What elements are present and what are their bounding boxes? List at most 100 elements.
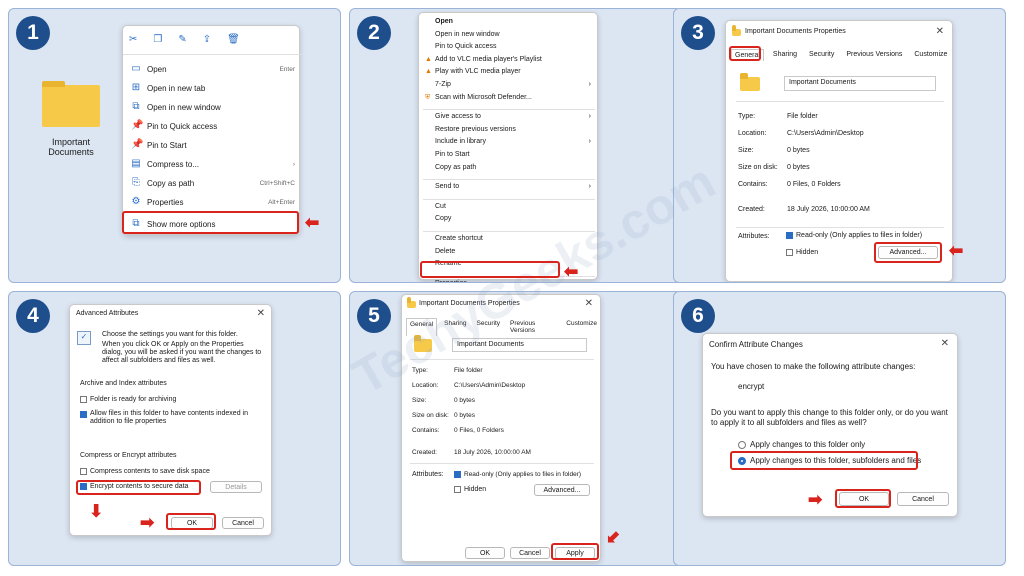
tab-sharing[interactable]: Sharing [441, 318, 469, 336]
tab-customize[interactable]: Customize [563, 318, 600, 336]
field-value: 18 July 2026, 10:00:00 AM [454, 448, 531, 456]
menu-item-label: Create shortcut [435, 235, 483, 242]
menu-item-label: Give access to [435, 113, 481, 121]
menu-item[interactable]: ▤ Compress to... › [131, 159, 295, 169]
menu-item[interactable]: Open in new window [425, 31, 591, 38]
menu-item-shortcut: Enter [279, 65, 295, 73]
cancel-button[interactable]: Cancel [510, 547, 550, 559]
menu-item-label: Include in library [435, 138, 486, 146]
archive-checkbox[interactable]: Folder is ready for archiving [80, 396, 176, 403]
field-value: 0 Files, 0 Folders [454, 427, 504, 434]
pin-icon: 📌 [131, 120, 144, 131]
highlight-advanced [874, 242, 942, 263]
cancel-button[interactable]: Cancel [897, 492, 949, 506]
classic-context-menu: Open Open in new window Pin to Quick acces… [418, 12, 598, 282]
folder-name-field[interactable]: Important Documents [452, 338, 587, 352]
highlight-encrypt [76, 480, 201, 495]
tab-security[interactable]: Security [806, 49, 837, 61]
menu-item[interactable]: Open [425, 18, 591, 25]
details-button[interactable]: Details [210, 481, 262, 493]
path-icon: ⎘ [132, 177, 140, 188]
menu-item[interactable]: 📌 Pin to Quick access [131, 121, 295, 131]
menu-item[interactable]: ⚙ Properties Alt+Enter [131, 197, 295, 207]
arrow-left-icon: ⬅ [949, 241, 964, 260]
intro-line: You have chosen to make the following at… [711, 362, 916, 371]
context-menu: ✂ ❐ ✎ ⇪ 🗑 ▭ Open Enter ⊞ Open in new tab ⧉ Open in… [122, 25, 301, 235]
menu-separator [423, 198, 595, 200]
step-number-2: 2 [357, 16, 391, 50]
menu-item[interactable]: 📌 Pin to Start [131, 140, 295, 150]
menu-item[interactable]: ▭ Open Enter [131, 64, 295, 74]
folder-icon[interactable] [42, 81, 100, 127]
hidden-checkbox[interactable]: Hidden [786, 249, 818, 256]
close-icon[interactable]: ✕ [257, 308, 265, 319]
readonly-checkbox[interactable]: Read-only (Only applies to files in fold… [786, 232, 922, 239]
field-label: Type: [738, 113, 756, 120]
menu-item[interactable]: 7-Zip › [425, 81, 591, 88]
vlc-icon: ▲ [425, 68, 432, 76]
close-icon[interactable]: ✕ [936, 26, 944, 37]
field-value: 0 bytes [787, 147, 810, 154]
tab-general[interactable]: General [406, 318, 438, 336]
menu-item-shortcut: Alt+Enter [268, 198, 295, 206]
share-icon[interactable]: ⇪ [203, 34, 211, 45]
cut-icon[interactable]: ✂ [129, 34, 137, 45]
menu-item[interactable]: Include in library › [425, 138, 591, 145]
folder-label[interactable]: Important Documents [37, 137, 105, 157]
menu-item[interactable]: Send to › [425, 183, 591, 190]
field-value: 18 July 2026, 10:00:00 AM [787, 205, 870, 213]
menu-item-label: Add to VLC media player's Playlist [435, 55, 542, 63]
menu-item[interactable]: ⛨ Scan with Microsoft Defender... [425, 94, 591, 102]
ok-button[interactable]: OK [465, 547, 505, 559]
menu-item[interactable]: Copy as path [425, 164, 591, 171]
menu-item[interactable]: Copy [425, 215, 591, 222]
copy-icon[interactable]: ❐ [153, 34, 162, 45]
hidden-checkbox[interactable]: Hidden [454, 486, 486, 493]
readonly-checkbox[interactable]: Read-only (Only applies to files in fold… [454, 471, 581, 478]
delete-icon[interactable]: 🗑 [227, 34, 240, 45]
menu-item-label: Pin to Start [435, 151, 470, 158]
index-checkbox[interactable]: Allow files in this folder to have conte… [80, 410, 250, 426]
close-icon[interactable]: ✕ [941, 338, 949, 349]
folder-name-field[interactable]: Important Documents [784, 76, 936, 91]
menu-item[interactable]: Create shortcut [425, 235, 591, 242]
menu-item[interactable]: Delete [425, 248, 591, 255]
menu-item[interactable]: ▲ Add to VLC media player's Playlist [425, 56, 591, 63]
menu-item[interactable]: Give access to › [425, 113, 591, 120]
menu-item-label: Copy as path [147, 178, 195, 188]
menu-item[interactable]: ⎘ Copy as path Ctrl+Shift+C [131, 178, 295, 188]
menu-item[interactable]: Pin to Quick access [425, 43, 591, 50]
checkbox-partial [454, 471, 461, 478]
submenu-arrow: › [588, 183, 591, 191]
menu-item[interactable]: Pin to Start [425, 151, 591, 158]
field-label: Type: [412, 367, 428, 374]
menu-item[interactable]: Restore previous versions [425, 126, 591, 133]
cancel-button[interactable]: Cancel [222, 517, 264, 529]
menu-item[interactable]: ⧉ Open in new window [131, 102, 295, 112]
dialog-title: Important Documents Properties [419, 300, 520, 307]
highlight-subfolders-option [730, 451, 918, 470]
rename-icon[interactable]: ✎ [178, 34, 186, 45]
highlight-general-tab [729, 46, 761, 61]
question-text: Do you want to apply this change to this… [711, 408, 948, 427]
highlight-ok [166, 513, 216, 530]
tab-previous-versions[interactable]: Previous Versions [843, 49, 905, 61]
menu-item-label: 7-Zip [435, 81, 451, 88]
advanced-button[interactable]: Advanced... [534, 484, 590, 496]
close-icon[interactable]: ✕ [585, 298, 593, 309]
highlight-ok [835, 489, 891, 508]
vlc-icon: ▲ [425, 55, 432, 63]
tab-sharing[interactable]: Sharing [770, 49, 800, 61]
attributes-label: Attributes: [738, 233, 770, 240]
menu-item[interactable]: ⊞ Open in new tab [131, 83, 295, 93]
checkbox [454, 486, 461, 493]
menu-item[interactable]: Cut [425, 203, 591, 210]
compress-checkbox[interactable]: Compress contents to save disk space [80, 468, 210, 475]
radio-folder-only[interactable]: Apply changes to this folder only [738, 440, 865, 449]
tab-security[interactable]: Security [474, 318, 503, 336]
intro-text: Choose the settings you want for this fo… [102, 331, 262, 364]
menu-item[interactable]: ▲ Play with VLC media player [425, 68, 591, 75]
tab-previous-versions[interactable]: Previous Versions [507, 318, 559, 336]
tab-customize[interactable]: Customize [911, 49, 950, 61]
field-value: 0 bytes [787, 164, 810, 171]
